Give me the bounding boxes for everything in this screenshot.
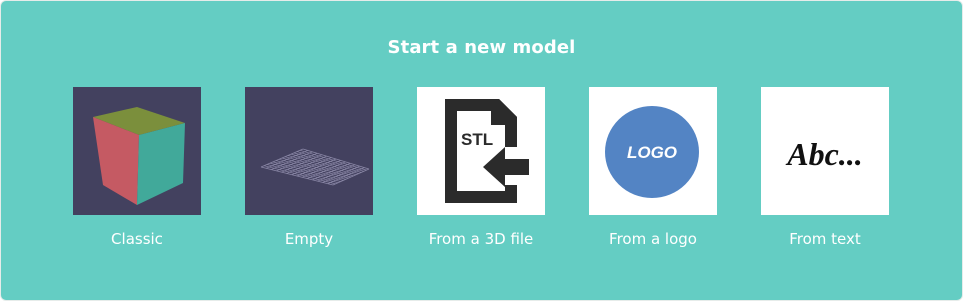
script-text-icon: Abc... [785,136,863,172]
option-empty[interactable]: Empty [245,87,373,248]
option-from-logo-thumbnail[interactable]: LOGO [589,87,717,215]
option-from-text-thumbnail[interactable]: Abc... [761,87,889,215]
option-from-3d-file-thumbnail[interactable]: STL [417,87,545,215]
start-new-model-panel: Start a new model Classic Empty STL From… [0,0,963,301]
stl-badge: STL [461,130,493,149]
option-empty-thumbnail[interactable] [245,87,373,215]
stl-file-import-icon: STL [445,99,529,203]
script-text-sample: Abc... [785,136,863,172]
grid-plane-icon [260,148,370,186]
cube-icon [93,107,185,205]
option-from-logo[interactable]: LOGO From a logo [589,87,717,248]
option-from-text-label[interactable]: From text [721,230,929,248]
panel-title: Start a new model [387,37,576,58]
logo-badge-icon: LOGO [605,106,699,198]
option-classic[interactable]: Classic [73,87,201,248]
option-from-3d-file[interactable]: STL From a 3D file [417,87,545,248]
logo-badge-text: LOGO [627,143,677,162]
option-from-text[interactable]: Abc... From text [761,87,889,248]
option-classic-thumbnail[interactable] [73,87,201,215]
